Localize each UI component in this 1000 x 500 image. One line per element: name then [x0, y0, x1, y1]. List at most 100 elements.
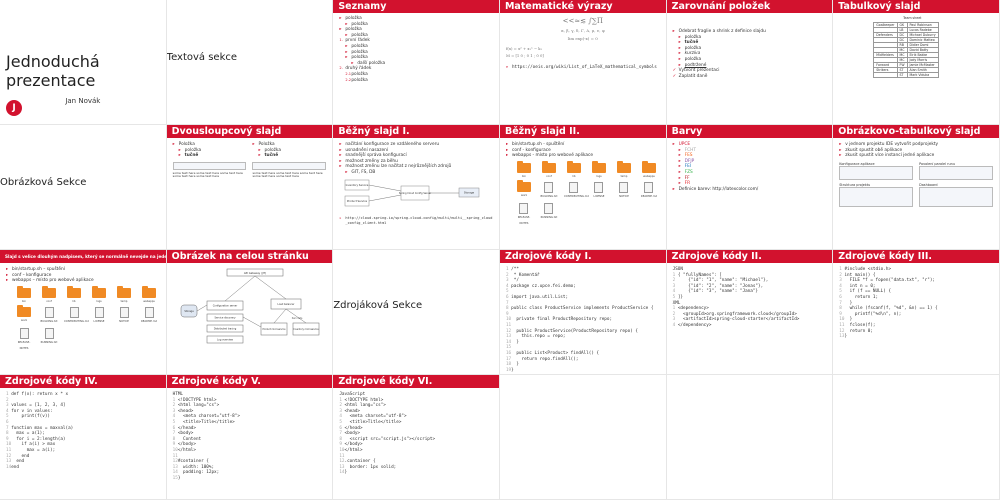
slide-code-1[interactable]: Zdrojové kódy I. 1 /** 2 * Komentář 3 */… — [499, 250, 667, 375]
file-entry[interactable]: BUILDING.txt — [39, 307, 59, 325]
screenshot-image — [919, 165, 993, 180]
docs-link[interactable]: http://cloud.spring.io/spring-cloud-conf… — [339, 216, 493, 225]
slide-title[interactable]: Jednoduchá prezentace Jan Novák J — [0, 0, 167, 125]
slide-two-col[interactable]: Dvousloupcový slajd Položka položka tučn… — [166, 125, 334, 250]
slide-code-4[interactable]: Zdrojové kódy IV. 1 def f(x): return x *… — [0, 375, 167, 500]
file-entry[interactable]: RELEASE-NOTES — [14, 327, 34, 351]
slide-regular-2[interactable]: Běžný slajd II. bin/startup.sh - spuštěn… — [499, 125, 667, 250]
diagram-edge — [273, 308, 286, 324]
slide-empty-2 — [666, 375, 834, 500]
slide-lists[interactable]: Seznamy položka položka položka položka … — [333, 0, 500, 125]
code-block: HTML 1 <!DOCTYPE html> 2 <html lang="cs"… — [172, 392, 240, 481]
file-entry[interactable]: CONTRIBUTING.md — [64, 307, 89, 325]
file-entry[interactable]: LICENSE — [589, 182, 609, 200]
screenshot-image — [839, 165, 914, 180]
slide-regular-1[interactable]: Běžný slajd I. načítání konfigurace ze v… — [333, 125, 500, 250]
slide-body: Odebrat fraglie a shrink z definice slaj… — [667, 15, 833, 118]
slide-table[interactable]: Tabulkový slajd Team sheet Goalkeeper GK P… — [833, 0, 1000, 125]
file-entry[interactable]: README.md — [639, 182, 659, 200]
slide-header: Obrázkovo-tabulkový slajd — [833, 125, 999, 138]
slide-header: Slajd s velice dlouhým nadpisem, který s… — [0, 250, 166, 263]
file-entry[interactable]: README.md — [139, 307, 159, 325]
folder-listing: bin conf lib logs temp webapps work BUILDING.tx… — [506, 160, 660, 226]
file-entry[interactable]: NOTICE — [114, 307, 134, 325]
file-entry[interactable]: temp — [614, 160, 634, 180]
file-entry[interactable]: webapps — [639, 160, 659, 180]
caption: some text here some text here some text … — [252, 170, 323, 179]
diagram-label: API Gateway (JIT) — [243, 271, 265, 275]
file-entry[interactable]: lib — [64, 285, 84, 305]
slide-code-3[interactable]: Zdrojové kódy III. 1 #include <stdio.h> … — [833, 250, 1000, 375]
file-name: LICENSE — [93, 320, 105, 324]
document-icon — [44, 307, 54, 319]
slide-header: Zdrojové kódy I. — [499, 250, 666, 263]
file-name: logs — [596, 174, 602, 178]
slide-align[interactable]: Zarovnání položek Odebrat fraglie a shri… — [666, 0, 834, 125]
slide-math[interactable]: Matematické výrazy <<≈≲ ∫∑Π α, β, γ, δ, … — [499, 0, 667, 125]
file-entry[interactable]: bin — [514, 160, 534, 180]
slide-full-image[interactable]: Obrázek na celou stránku API Gateway (JI… — [166, 250, 334, 375]
file-entry[interactable]: work — [14, 305, 34, 325]
file-entry[interactable]: logs — [589, 160, 609, 180]
slide-img-table[interactable]: Obrázkovo-tabulkový slajd v jednom proje… — [833, 125, 1000, 250]
screenshot-image — [839, 186, 914, 207]
slide-code-2[interactable]: Zdrojové kódy II. JSON 1 { "fullyNames":… — [666, 250, 834, 375]
folder-icon — [516, 160, 531, 173]
table-cell — [873, 71, 898, 78]
slide-text-section[interactable]: Textová sekce — [166, 0, 334, 125]
architecture-diagram: API Gateway (JIT) Storage Configuration … — [180, 268, 319, 344]
slide-long-title[interactable]: Slajd s velice dlouhým nadpisem, který s… — [0, 250, 167, 375]
math-link[interactable]: https://oeis.org/wiki/List_of_LaTeX_math… — [506, 65, 660, 71]
slide-colors[interactable]: Barvy UPCE FCHT FES DFJP FEI FZS FF FR D… — [666, 125, 834, 250]
file-entry[interactable]: NOTICE — [614, 182, 634, 200]
slide-body: načítání konfigurace ze vzdáleného serve… — [333, 140, 499, 243]
image-grid: Konfigurace aplikace Struktura projektu … — [839, 162, 993, 207]
slide-body: UPCE FCHT FES DFJP FEI FZS FF FR Definic… — [667, 140, 833, 243]
file-entry[interactable]: BUILDING.txt — [539, 182, 559, 200]
slide-header: Matematické výrazy — [499, 0, 666, 13]
document-icon — [94, 307, 104, 319]
file-name: lib — [572, 174, 576, 178]
file-entry[interactable]: temp — [114, 285, 134, 305]
file-entry[interactable]: webapps — [139, 285, 159, 305]
file-entry[interactable]: bin — [14, 285, 34, 305]
file-name: RUNNING.txt — [540, 215, 558, 219]
file-entry[interactable]: RUNNING.txt — [39, 327, 59, 351]
file-name: BUILDING.txt — [540, 195, 558, 199]
color-def-link[interactable]: Definice barev: http://latexcolor.com/ — [673, 187, 827, 193]
table-cell: Mark Viduka — [906, 71, 939, 78]
slide-image-section[interactable]: Obrázková Sekce — [0, 125, 167, 250]
slide-header: Zdrojové kódy III. — [833, 250, 999, 263]
file-entry[interactable]: conf — [39, 285, 59, 305]
file-name: conf — [46, 299, 52, 303]
slide-header: Zdrojové kódy IV. — [0, 375, 166, 388]
file-entry[interactable]: logs — [89, 285, 109, 305]
file-entry[interactable]: LICENSE — [89, 307, 109, 325]
table-cell: Dominic Matteo — [906, 36, 939, 43]
section-title: Obrázková Sekce — [0, 177, 87, 188]
image-cell: Konfigurace aplikace Struktura projektu — [839, 162, 914, 207]
file-entry[interactable]: lib — [564, 160, 584, 180]
file-entry[interactable]: conf — [539, 160, 559, 180]
slide-header: Běžný slajd I. — [333, 125, 499, 138]
list-item: Zaplatit daně — [673, 74, 827, 80]
file-name: webapps — [643, 174, 655, 178]
file-entry[interactable]: CONTRIBUTING.md — [564, 182, 589, 200]
slide-body: bin/startup.sh – spuštění conf – konfigu… — [0, 265, 166, 368]
slide-code-section[interactable]: Zdrojáková Sekce — [333, 250, 500, 375]
file-name: RUNNING.txt — [40, 340, 58, 344]
diagram-label: Inventory Service — [346, 183, 369, 187]
slide-body: v jednom projektu IDE vytvořit podprojek… — [833, 140, 999, 243]
slide-header: Seznamy — [333, 0, 499, 13]
file-entry[interactable]: RUNNING.txt — [539, 202, 559, 226]
slide-header: Barvy — [666, 125, 833, 138]
file-name: work — [520, 194, 528, 198]
code-label: HTML — [172, 392, 184, 397]
list-item: GIT, FS, DB — [339, 170, 493, 176]
section-title: Textová sekce — [166, 52, 238, 63]
code-label: XML — [672, 300, 681, 306]
file-entry[interactable]: work — [514, 180, 534, 200]
slide-code-5[interactable]: Zdrojové kódy V. HTML 1 <!DOCTYPE html> … — [166, 375, 334, 500]
file-entry[interactable]: RELEASE-NOTES — [514, 202, 534, 226]
slide-code-6[interactable]: Zdrojové kódy VI. JavaScript 1 <!DOCTYPE… — [333, 375, 500, 500]
